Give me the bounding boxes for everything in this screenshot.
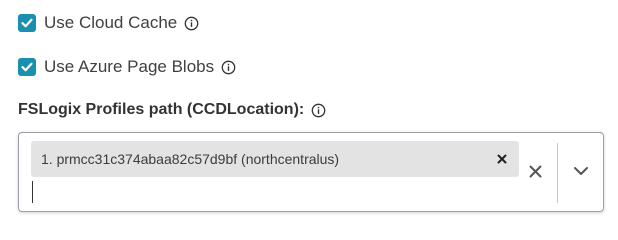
use-cloud-cache-label: Use Cloud Cache — [44, 13, 178, 32]
info-icon[interactable] — [184, 16, 199, 31]
search-input-cursor[interactable] — [32, 181, 33, 203]
close-icon — [529, 165, 541, 177]
use-azure-page-blobs-label: Use Azure Page Blobs — [44, 57, 215, 76]
selected-item-text: 1. prmcc31c374abaa82c57d9bf (northcentra… — [41, 151, 340, 167]
profiles-path-label: FSLogix Profiles path (CCDLocation): — [18, 101, 305, 118]
checkmark-icon — [21, 18, 33, 28]
clear-all-button[interactable] — [525, 161, 545, 181]
info-icon[interactable] — [221, 60, 236, 75]
use-cloud-cache-checkbox[interactable] — [18, 14, 36, 32]
close-icon — [497, 154, 507, 164]
profiles-path-select[interactable]: 1. prmcc31c374abaa82c57d9bf (northcentra… — [18, 132, 604, 212]
chevron-down-icon — [574, 167, 588, 175]
dropdown-toggle-button[interactable] — [569, 161, 593, 181]
checkmark-icon — [21, 62, 33, 72]
use-azure-page-blobs-checkbox[interactable] — [18, 58, 36, 76]
use-cloud-cache-option[interactable]: Use Cloud Cache — [18, 13, 199, 33]
info-icon[interactable] — [311, 103, 326, 118]
profiles-path-heading: FSLogix Profiles path (CCDLocation): — [18, 101, 326, 119]
selected-item-chip: 1. prmcc31c374abaa82c57d9bf (northcentra… — [31, 141, 519, 177]
use-azure-page-blobs-option[interactable]: Use Azure Page Blobs — [18, 57, 236, 77]
remove-item-button[interactable] — [495, 152, 509, 166]
divider — [557, 143, 558, 203]
